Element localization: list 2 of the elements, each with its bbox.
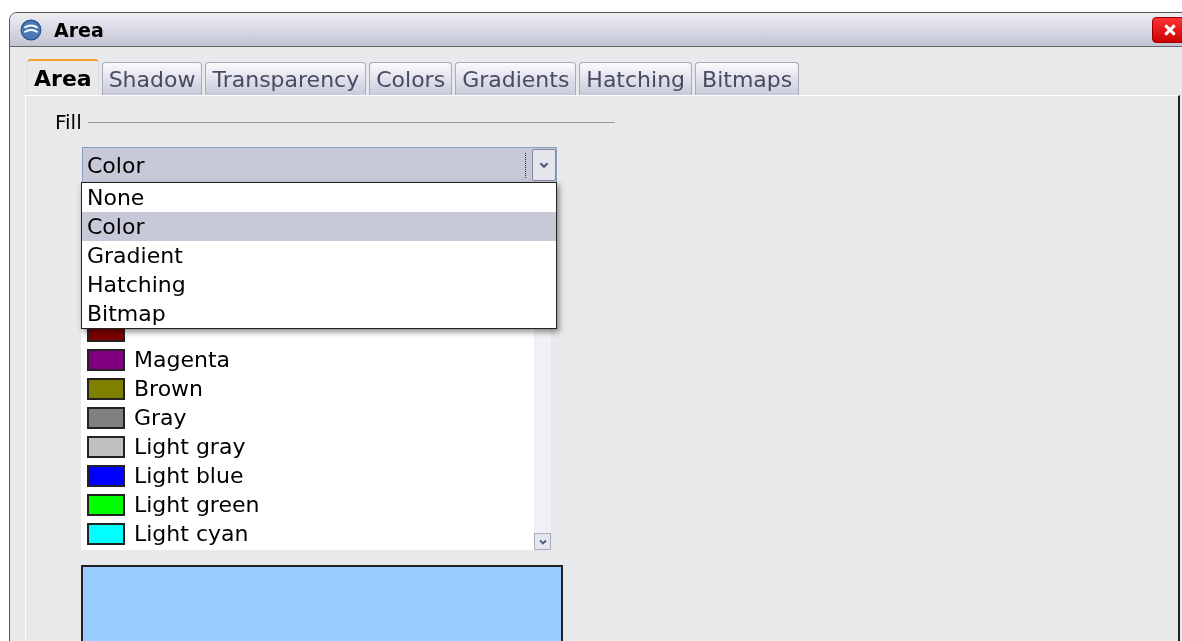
- section-label: Fill: [55, 110, 82, 134]
- window-title: Area: [54, 18, 104, 41]
